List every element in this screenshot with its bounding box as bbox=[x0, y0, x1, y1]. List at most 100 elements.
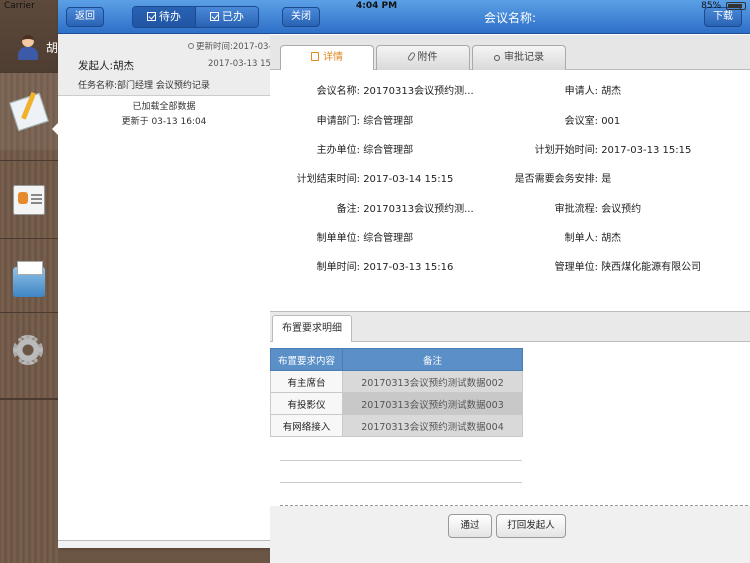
field-label: 是否需要会务安排: bbox=[514, 174, 598, 185]
field-label: 计划开始时间: bbox=[534, 145, 598, 156]
requirements-header: 布置要求明细 bbox=[270, 312, 750, 342]
detail-panel: 关闭 会议名称: 下载 详情 附件 审批记录 会议名称: 20170313会议预… bbox=[270, 0, 750, 563]
field-planned-end: 计划结束时间: 2017-03-14 15:15 bbox=[270, 170, 454, 185]
table-cell: 20170313会议预约测试数据003 bbox=[342, 392, 523, 415]
field-planned-start: 计划开始时间: 2017-03-13 15:15 bbox=[500, 141, 692, 156]
update-time-text: 更新时间:2017-03- bbox=[196, 42, 270, 52]
table-row[interactable]: 有投影仪 20170313会议预约测试数据003 bbox=[270, 392, 523, 415]
field-meeting-room: 会议室: 001 bbox=[500, 112, 621, 127]
tab-details-label: 详情 bbox=[323, 52, 343, 63]
field-value: 20170313会议预约测... bbox=[363, 204, 474, 215]
table-cell: 20170313会议预约测试数据002 bbox=[342, 370, 523, 393]
field-value: 2017-03-13 15:15 bbox=[601, 145, 692, 156]
sidebar-item-pending-approvals[interactable] bbox=[0, 72, 58, 150]
gear-icon bbox=[13, 335, 43, 365]
empty-row-divider bbox=[280, 460, 522, 461]
field-department: 申请部门: 综合管理部 bbox=[270, 112, 414, 127]
field-value: 2017-03-13 15:16 bbox=[363, 262, 454, 273]
empty-row-divider bbox=[280, 482, 522, 483]
table-cell: 有投影仪 bbox=[270, 392, 343, 415]
field-label: 制单单位: bbox=[316, 233, 360, 244]
field-label: 计划结束时间: bbox=[296, 174, 360, 185]
battery-icon bbox=[726, 1, 746, 10]
active-pointer-notch bbox=[52, 122, 59, 136]
pen-document-icon bbox=[9, 92, 49, 132]
document-icon bbox=[311, 52, 319, 61]
field-label: 主办单位: bbox=[316, 145, 360, 156]
sender: 发起人:胡杰 bbox=[78, 60, 135, 72]
field-needs-service: 是否需要会务安排: 是 bbox=[500, 170, 612, 185]
field-creator-unit: 制单单位: 综合管理部 bbox=[270, 229, 414, 244]
tab-attachments-label: 附件 bbox=[417, 52, 438, 63]
field-label: 制单时间: bbox=[316, 262, 360, 273]
sidebar-item-documents[interactable] bbox=[0, 238, 58, 316]
table-row[interactable]: 有主席台 20170313会议预约测试数据002 bbox=[270, 370, 523, 393]
paperclip-icon bbox=[406, 51, 416, 62]
table-cell: 20170313会议预约测试数据004 bbox=[342, 414, 523, 437]
field-label: 会议名称: bbox=[316, 86, 360, 97]
field-applicant: 申请人: 胡杰 bbox=[500, 82, 622, 97]
field-value: 综合管理部 bbox=[363, 116, 414, 127]
table-row[interactable]: 有网络接入 20170313会议预约测试数据004 bbox=[270, 414, 523, 437]
action-footer: 通过 打回发起人 bbox=[270, 506, 750, 563]
task-name: 任务名称:部门经理 会议预约记录 bbox=[78, 81, 210, 91]
sidebar-item-contacts[interactable] bbox=[0, 160, 58, 238]
requirements-table: 布置要求内容 备注 有主席台 20170313会议预约测试数据002 有投影仪 … bbox=[270, 348, 523, 437]
tab-approval-records[interactable]: 审批记录 bbox=[472, 45, 566, 70]
field-label: 管理单位: bbox=[554, 262, 598, 273]
tab-requirements-detail[interactable]: 布置要求明细 bbox=[272, 315, 352, 342]
field-value: 综合管理部 bbox=[363, 145, 414, 156]
field-value: 2017-03-14 15:15 bbox=[363, 174, 454, 185]
tab-details[interactable]: 详情 bbox=[280, 45, 374, 71]
column-header: 备注 bbox=[342, 348, 523, 371]
field-value: 陕西煤化能源有限公司 bbox=[601, 262, 702, 273]
field-host-unit: 主办单位: 综合管理部 bbox=[270, 141, 414, 156]
field-label: 申请人: bbox=[564, 86, 598, 97]
field-label: 审批流程: bbox=[554, 204, 598, 215]
approve-button[interactable]: 通过 bbox=[448, 514, 492, 538]
field-label: 备注: bbox=[336, 204, 360, 215]
contact-card-icon bbox=[13, 185, 45, 215]
column-header: 布置要求内容 bbox=[270, 348, 343, 371]
field-value: 胡杰 bbox=[601, 86, 622, 97]
field-creator: 制单人: 胡杰 bbox=[500, 229, 622, 244]
field-label: 申请部门: bbox=[316, 116, 360, 127]
flow-icon bbox=[494, 55, 500, 61]
reject-to-initiator-button[interactable]: 打回发起人 bbox=[496, 514, 566, 538]
field-value: 001 bbox=[601, 116, 621, 127]
last-updated: 更新于 03-13 16:04 bbox=[121, 117, 207, 127]
item-date: 2017-03-13 15:1 bbox=[208, 59, 270, 69]
field-value: 是 bbox=[601, 174, 612, 185]
sidebar-divider bbox=[0, 398, 58, 400]
tab-attachments[interactable]: 附件 bbox=[376, 45, 470, 70]
field-remarks: 备注: 20170313会议预约测... bbox=[270, 200, 474, 215]
sidebar bbox=[0, 0, 58, 563]
table-cell: 有网络接入 bbox=[270, 414, 343, 437]
update-time: 更新时间:2017-03- bbox=[188, 40, 270, 52]
task-list-panel: 返回 待办 已办 更新时间:2017-03- 发起人:胡杰 2017-03-13… bbox=[58, 0, 270, 548]
detail-fields: 会议名称: 20170313会议预约测... 申请部门: 综合管理部 主办单位:… bbox=[270, 70, 750, 312]
field-value: 综合管理部 bbox=[363, 233, 414, 244]
document-tray-icon bbox=[13, 261, 45, 297]
battery-percent: 85% bbox=[701, 1, 722, 11]
table-cell: 有主席台 bbox=[270, 370, 343, 393]
field-label: 制单人: bbox=[564, 233, 598, 244]
field-created-time: 制单时间: 2017-03-13 15:16 bbox=[270, 258, 454, 273]
field-value: 20170313会议预约测... bbox=[363, 86, 474, 97]
avatar bbox=[16, 35, 40, 61]
list-item[interactable]: 更新时间:2017-03- 发起人:胡杰 2017-03-13 15:1 任务名… bbox=[58, 34, 270, 96]
field-label: 会议室: bbox=[564, 116, 598, 127]
field-approval-flow: 审批流程: 会议预约 bbox=[500, 200, 642, 215]
tab-approval-records-label: 审批记录 bbox=[504, 52, 544, 63]
detail-tabs: 详情 附件 审批记录 bbox=[270, 35, 750, 71]
field-value: 会议预约 bbox=[601, 204, 642, 215]
carrier-label: Carrier bbox=[4, 1, 35, 11]
field-managing-unit: 管理单位: 陕西煤化能源有限公司 bbox=[500, 258, 702, 273]
sidebar-item-settings[interactable] bbox=[0, 312, 58, 390]
requirements-section: 布置要求内容 备注 有主席台 20170313会议预约测试数据002 有投影仪 … bbox=[270, 342, 750, 505]
list-footer bbox=[58, 540, 270, 548]
status-bar: Carrier 4:04 PM 85% bbox=[0, 0, 750, 14]
clock: 4:04 PM bbox=[356, 1, 398, 11]
field-value: 胡杰 bbox=[601, 233, 622, 244]
status-dot-icon bbox=[188, 43, 194, 49]
